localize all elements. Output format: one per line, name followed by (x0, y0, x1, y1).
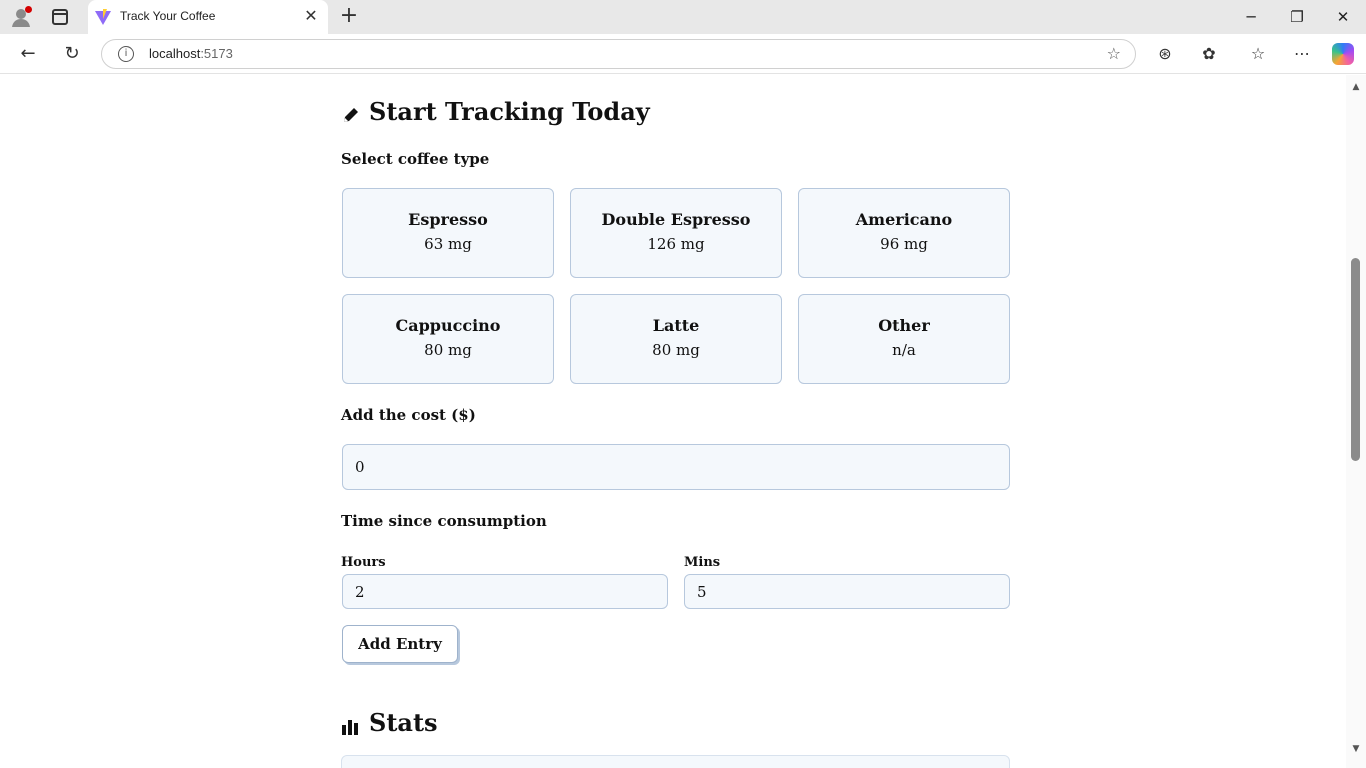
close-tab-icon[interactable]: ✕ (302, 7, 320, 25)
new-tab-icon[interactable]: + (338, 5, 360, 27)
coffee-option-latte[interactable]: Latte 80 mg (570, 294, 782, 384)
favorites-icon[interactable]: ☆ (1246, 42, 1270, 66)
bar-chart-icon (341, 713, 361, 735)
site-info-icon[interactable]: i (118, 46, 134, 62)
extension-status-icon[interactable]: ⊛ (1153, 42, 1177, 66)
mins-input[interactable] (684, 574, 1010, 609)
back-icon[interactable]: ← (16, 42, 40, 66)
coffee-caffeine: 80 mg (652, 341, 700, 359)
coffee-option-americano[interactable]: Americano 96 mg (798, 188, 1010, 278)
address-toolbar: ← ↻ i localhost:5173 ☆ ⊛ ✿ ☆ ⋯ (0, 34, 1366, 74)
coffee-name: Cappuccino (395, 316, 501, 335)
close-window-icon[interactable]: ✕ (1332, 6, 1354, 28)
tracking-heading: Start Tracking Today (341, 97, 650, 126)
more-menu-icon[interactable]: ⋯ (1290, 42, 1314, 66)
coffee-type-label: Select coffee type (341, 150, 490, 168)
browser-tab[interactable]: Track Your Coffee ✕ (88, 0, 328, 34)
coffee-caffeine: 63 mg (424, 235, 472, 253)
minimize-icon[interactable]: ─ (1240, 6, 1262, 28)
vite-logo-icon (94, 8, 112, 26)
cost-input[interactable] (342, 444, 1010, 490)
page-scrollbar[interactable]: ▲ ▼ (1346, 75, 1366, 768)
coffee-name: Other (878, 316, 930, 335)
coffee-name: Americano (855, 210, 953, 229)
coffee-option-double-espresso[interactable]: Double Espresso 126 mg (570, 188, 782, 278)
favorite-star-icon[interactable]: ☆ (1107, 44, 1121, 63)
page-title: Start Tracking Today (369, 97, 650, 126)
scrollbar-thumb[interactable] (1351, 258, 1360, 461)
tab-title: Track Your Coffee (120, 9, 216, 23)
scroll-down-arrow-icon[interactable]: ▼ (1350, 743, 1362, 755)
extensions-puzzle-icon[interactable]: ✿ (1197, 42, 1221, 66)
coffee-option-other[interactable]: Other n/a (798, 294, 1010, 384)
coffee-caffeine: 80 mg (424, 341, 472, 359)
copilot-icon[interactable] (1332, 43, 1354, 65)
stats-panel (341, 755, 1010, 768)
add-entry-button[interactable]: Add Entry (342, 625, 458, 663)
url-text: localhost:5173 (149, 46, 233, 61)
coffee-name: Latte (652, 316, 700, 335)
url-bar[interactable]: i localhost:5173 ☆ (101, 39, 1136, 69)
coffee-caffeine: 126 mg (647, 235, 705, 253)
hours-label: Hours (341, 555, 386, 570)
pencil-icon (341, 102, 361, 122)
coffee-caffeine: n/a (892, 341, 916, 359)
tab-actions-icon[interactable] (52, 9, 68, 25)
profile-avatar-icon[interactable] (10, 6, 32, 28)
hours-input[interactable] (342, 574, 668, 609)
stats-title: Stats (369, 708, 438, 737)
coffee-name: Double Espresso (601, 210, 751, 229)
mins-label: Mins (684, 555, 721, 570)
cost-label: Add the cost ($) (341, 406, 476, 424)
scroll-up-arrow-icon[interactable]: ▲ (1350, 81, 1362, 93)
time-label: Time since consumption (341, 512, 547, 530)
reload-icon[interactable]: ↻ (60, 42, 84, 66)
page-content: Start Tracking Today Select coffee type … (0, 75, 1346, 768)
coffee-caffeine: 96 mg (880, 235, 928, 253)
coffee-option-espresso[interactable]: Espresso 63 mg (342, 188, 554, 278)
coffee-name: Espresso (408, 210, 488, 229)
stats-heading: Stats (341, 708, 438, 737)
coffee-option-cappuccino[interactable]: Cappuccino 80 mg (342, 294, 554, 384)
restore-icon[interactable]: ❐ (1286, 6, 1308, 28)
tab-strip: Track Your Coffee ✕ + ─ ❐ ✕ (0, 0, 1366, 34)
